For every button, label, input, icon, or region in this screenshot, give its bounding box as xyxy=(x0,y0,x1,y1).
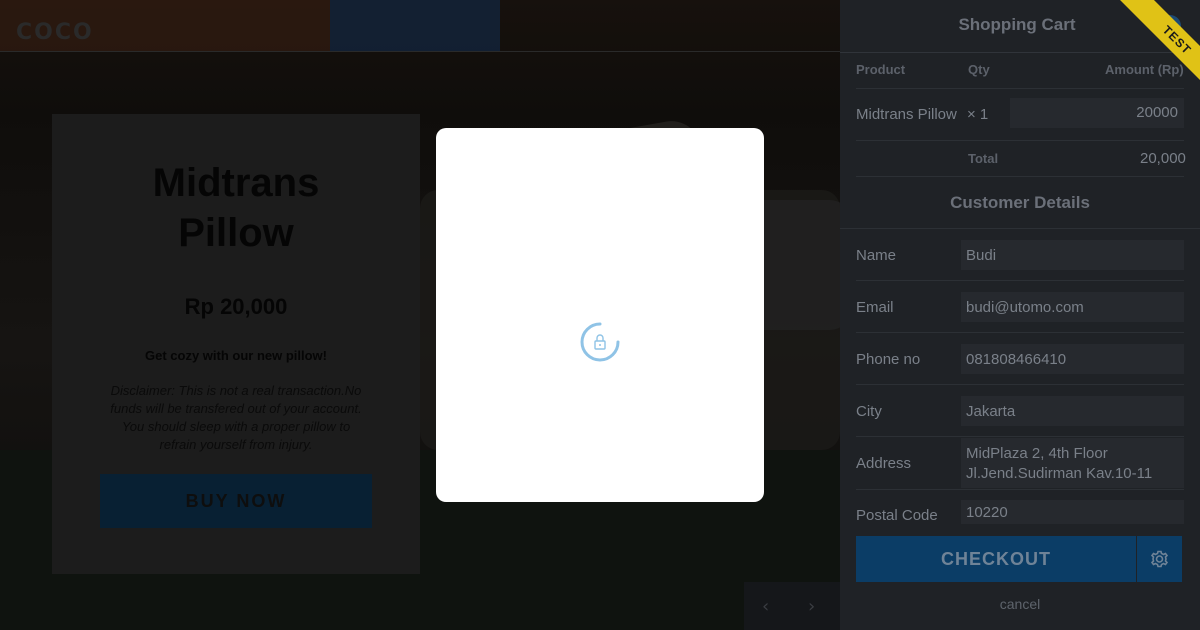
divider xyxy=(856,489,1184,490)
city-label: City xyxy=(856,403,882,420)
cancel-link[interactable]: cancel xyxy=(840,596,1200,612)
cart-item-qty: × 1 xyxy=(967,106,989,123)
column-amount: Amount (Rp) xyxy=(1105,62,1184,77)
divider xyxy=(856,384,1184,385)
name-input[interactable] xyxy=(961,240,1184,270)
column-product: Product xyxy=(856,62,906,77)
address-label: Address xyxy=(856,455,912,472)
lock-spinner-icon xyxy=(580,322,620,362)
divider xyxy=(856,140,1184,141)
name-label: Name xyxy=(856,247,897,264)
email-label: Email xyxy=(856,299,894,316)
divider xyxy=(856,436,1184,437)
postal-code-label: Postal Code xyxy=(856,507,938,524)
gear-icon xyxy=(1150,550,1169,568)
phone-label: Phone no xyxy=(856,351,921,368)
phone-input[interactable] xyxy=(961,344,1184,374)
cart-item-product: Midtrans Pillow xyxy=(856,106,957,123)
cart-item-amount: 20000 xyxy=(1136,104,1178,121)
cart-item-amount-field: 20000 xyxy=(1010,98,1184,128)
address-input[interactable]: MidPlaza 2, 4th Floor Jl.Jend.Sudirman K… xyxy=(961,438,1184,488)
customer-details-title: Customer Details xyxy=(950,193,1090,212)
total-label: Total xyxy=(968,151,999,166)
divider xyxy=(856,88,1184,89)
settings-button[interactable] xyxy=(1137,536,1182,582)
checkout-button[interactable]: CHECKOUT xyxy=(856,536,1136,582)
postal-code-input[interactable] xyxy=(961,500,1184,524)
total-value: 20,000 xyxy=(1140,150,1186,167)
divider xyxy=(856,280,1184,281)
email-input[interactable] xyxy=(961,292,1184,322)
divider xyxy=(856,332,1184,333)
divider xyxy=(840,228,1200,229)
shopping-cart-panel: Shopping Cart 1 TEST Product Qty Amount … xyxy=(840,0,1200,630)
city-input[interactable] xyxy=(961,396,1184,426)
divider xyxy=(856,176,1184,177)
test-ribbon-label: TEST xyxy=(1115,0,1200,102)
payment-modal xyxy=(436,128,764,502)
column-qty: Qty xyxy=(968,62,990,77)
